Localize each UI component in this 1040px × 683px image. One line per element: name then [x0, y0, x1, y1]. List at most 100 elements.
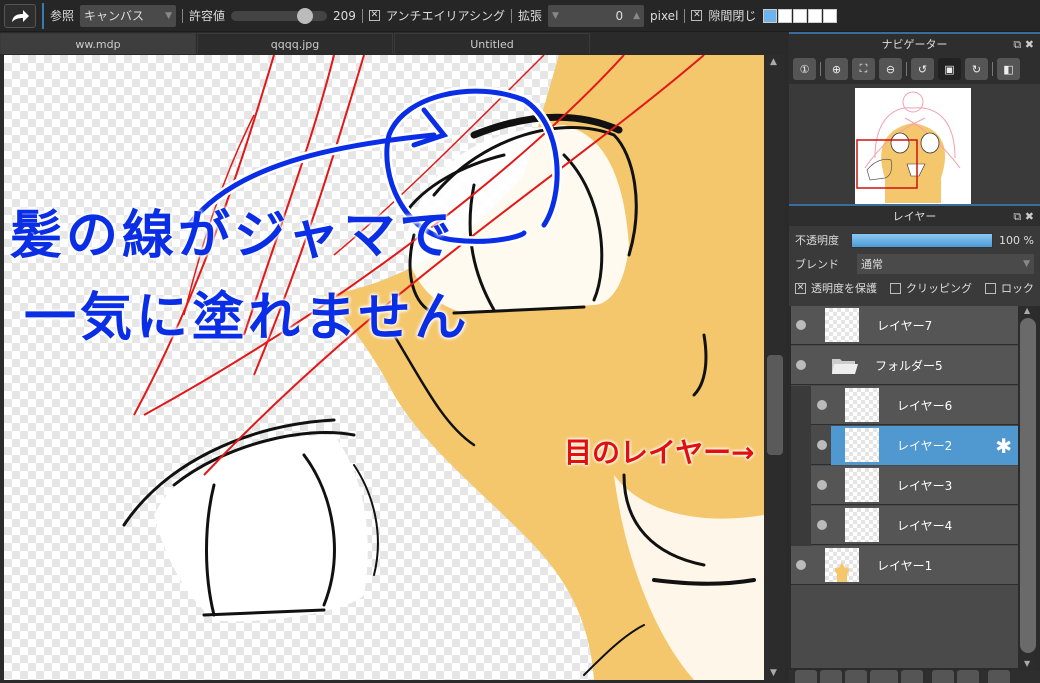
zoom-out-icon[interactable]: ⊖	[879, 58, 902, 80]
folder-icon	[832, 359, 858, 374]
visibility-icon[interactable]	[796, 320, 806, 330]
delete-layer-icon[interactable]	[988, 670, 1010, 683]
toolbar: 参照 キャンバス ▼ 許容値 209 ✕ アンチエイリアシング 拡張 ▼ 0 ▲…	[0, 0, 1040, 32]
tab-qqqq-jpg[interactable]: qqqq.jpg	[197, 33, 393, 54]
document-tabs: ww.mdp qqqq.jpg Untitled	[0, 33, 788, 55]
gap-level-1[interactable]	[763, 8, 778, 23]
gear-icon[interactable]: ✱	[995, 434, 1012, 458]
layer-thumbnail	[825, 548, 859, 582]
layer-list: レイヤー7 フォルダー5 レイヤー6 レイヤー2 ✱ レイヤー3 レイヤー4 レ…	[791, 306, 1018, 668]
scroll-down-icon[interactable]: ▼	[1024, 659, 1030, 668]
flip-icon[interactable]: ◧	[997, 58, 1020, 80]
layer-name: レイヤー3	[897, 478, 953, 493]
layer-row[interactable]: レイヤー6	[811, 386, 1018, 425]
new-layer-icon[interactable]	[795, 670, 817, 683]
opacity-slider[interactable]	[851, 232, 994, 248]
toolbar-separator	[42, 2, 44, 29]
popout-icon[interactable]: ⧉	[1013, 210, 1021, 223]
new-folder-icon[interactable]	[901, 670, 923, 683]
layer-thumbnail	[845, 468, 879, 502]
blend-select[interactable]: 通常 ▼	[857, 254, 1034, 274]
canvas-vertical-scrollbar[interactable]: ▲ ▼	[765, 55, 785, 680]
clipping-checkbox[interactable]	[890, 282, 901, 294]
gap-close-checkbox[interactable]: ✕	[691, 10, 703, 21]
lower-eye	[154, 435, 368, 622]
reference-label: 参照	[50, 9, 75, 23]
expand-stepper[interactable]: ▼ 0 ▲	[548, 4, 644, 27]
lock-checkbox[interactable]	[985, 282, 996, 294]
navigator-toolbar: ① ⊕ ⛶ ⊖ ↺ ▣ ↻ ◧	[789, 54, 1040, 84]
layer-row[interactable]: レイヤー3	[811, 466, 1018, 505]
layer-name: レイヤー7	[877, 318, 933, 333]
layer-row-selected[interactable]: レイヤー2 ✱	[811, 426, 1018, 465]
tolerance-value: 209	[333, 8, 356, 23]
folder-indent-bar	[791, 386, 811, 546]
navigator-view[interactable]	[789, 84, 1040, 204]
visibility-icon[interactable]	[817, 480, 827, 490]
folder-row[interactable]: フォルダー5	[791, 346, 1018, 385]
duplicate-layer-icon[interactable]	[932, 670, 954, 683]
navigator-panel: ナビゲーター ⧉ ✖ ① ⊕ ⛶ ⊖ ↺ ▣ ↻ ◧	[789, 32, 1040, 204]
divider	[510, 8, 512, 23]
add-layer-menu-icon[interactable]	[870, 670, 898, 683]
gap-level-3[interactable]	[793, 8, 808, 23]
layer-row[interactable]: レイヤー1	[791, 546, 1018, 585]
layer-annotation: 目のレイヤー→	[564, 436, 755, 469]
protect-alpha-checkbox[interactable]: ✕	[795, 282, 806, 294]
layer-name: レイヤー2	[897, 438, 953, 453]
layer-list-scrollbar[interactable]: ▲ ▼	[1019, 306, 1037, 668]
gap-level-4[interactable]	[808, 8, 823, 23]
divider	[820, 62, 821, 76]
rotate-left-icon[interactable]: ↺	[911, 58, 934, 80]
tab-untitled[interactable]: Untitled	[394, 33, 590, 54]
reset-view-icon[interactable]: ▣	[938, 58, 961, 80]
reference-select[interactable]: キャンバス ▼	[80, 4, 177, 27]
expand-unit: pixel	[650, 8, 679, 23]
zoom-in-icon[interactable]: ⊕	[825, 58, 848, 80]
antialias-checkbox[interactable]: ✕	[368, 10, 380, 21]
scroll-up-icon[interactable]: ▲	[770, 57, 777, 67]
close-icon[interactable]: ✖	[1025, 210, 1034, 223]
scroll-down-icon[interactable]: ▼	[770, 668, 777, 678]
close-icon[interactable]: ✖	[1025, 38, 1034, 51]
gap-close-level-selector[interactable]	[762, 8, 838, 23]
tolerance-slider-knob[interactable]	[296, 7, 313, 24]
antialias-label: アンチエイリアシング	[385, 9, 505, 23]
visibility-icon[interactable]	[796, 560, 806, 570]
increment-icon[interactable]: ▲	[633, 11, 640, 21]
opacity-row: 不透明度 100 %	[789, 228, 1040, 252]
scroll-up-icon[interactable]: ▲	[1024, 306, 1030, 315]
navigator-header: ナビゲーター ⧉ ✖	[789, 32, 1040, 54]
canvas-scroll-thumb[interactable]	[767, 355, 783, 455]
navigator-thumbnail[interactable]	[855, 88, 971, 204]
new-1bit-layer-icon[interactable]	[845, 670, 867, 683]
chevron-down-icon: ▼	[1023, 259, 1030, 269]
gap-level-2[interactable]	[778, 8, 793, 23]
tab-ww-mdp[interactable]: ww.mdp	[0, 33, 196, 54]
layer-thumbnail	[845, 428, 879, 462]
artwork	[122, 55, 764, 680]
divider	[906, 62, 907, 76]
tolerance-slider[interactable]	[231, 7, 328, 24]
layer-thumbnail	[845, 388, 879, 422]
layer-row[interactable]: レイヤー7	[791, 306, 1018, 345]
decrement-icon[interactable]: ▼	[552, 11, 559, 21]
redo-button[interactable]	[4, 3, 36, 28]
popout-icon[interactable]: ⧉	[1013, 38, 1021, 51]
rotate-right-icon[interactable]: ↻	[965, 58, 988, 80]
new-halftone-layer-icon[interactable]	[820, 670, 842, 683]
layer-thumbnail	[825, 308, 859, 342]
visibility-icon[interactable]	[796, 360, 806, 370]
visibility-icon[interactable]	[817, 400, 827, 410]
visibility-icon[interactable]	[817, 520, 827, 530]
protect-alpha-label: 透明度を保護	[811, 282, 877, 295]
layer-row[interactable]: レイヤー4	[811, 506, 1018, 545]
merge-layer-icon[interactable]	[957, 670, 979, 683]
layer-name: レイヤー1	[877, 558, 933, 573]
gap-level-5[interactable]	[823, 8, 838, 23]
layer-scroll-thumb[interactable]	[1020, 318, 1036, 653]
fit-icon[interactable]: ⛶	[852, 58, 875, 80]
visibility-icon[interactable]	[817, 440, 827, 450]
drawing-canvas[interactable]: 髪の線がジャマで 一気に塗れません 目のレイヤー→	[4, 55, 764, 680]
zoom-actual-icon[interactable]: ①	[793, 58, 816, 80]
